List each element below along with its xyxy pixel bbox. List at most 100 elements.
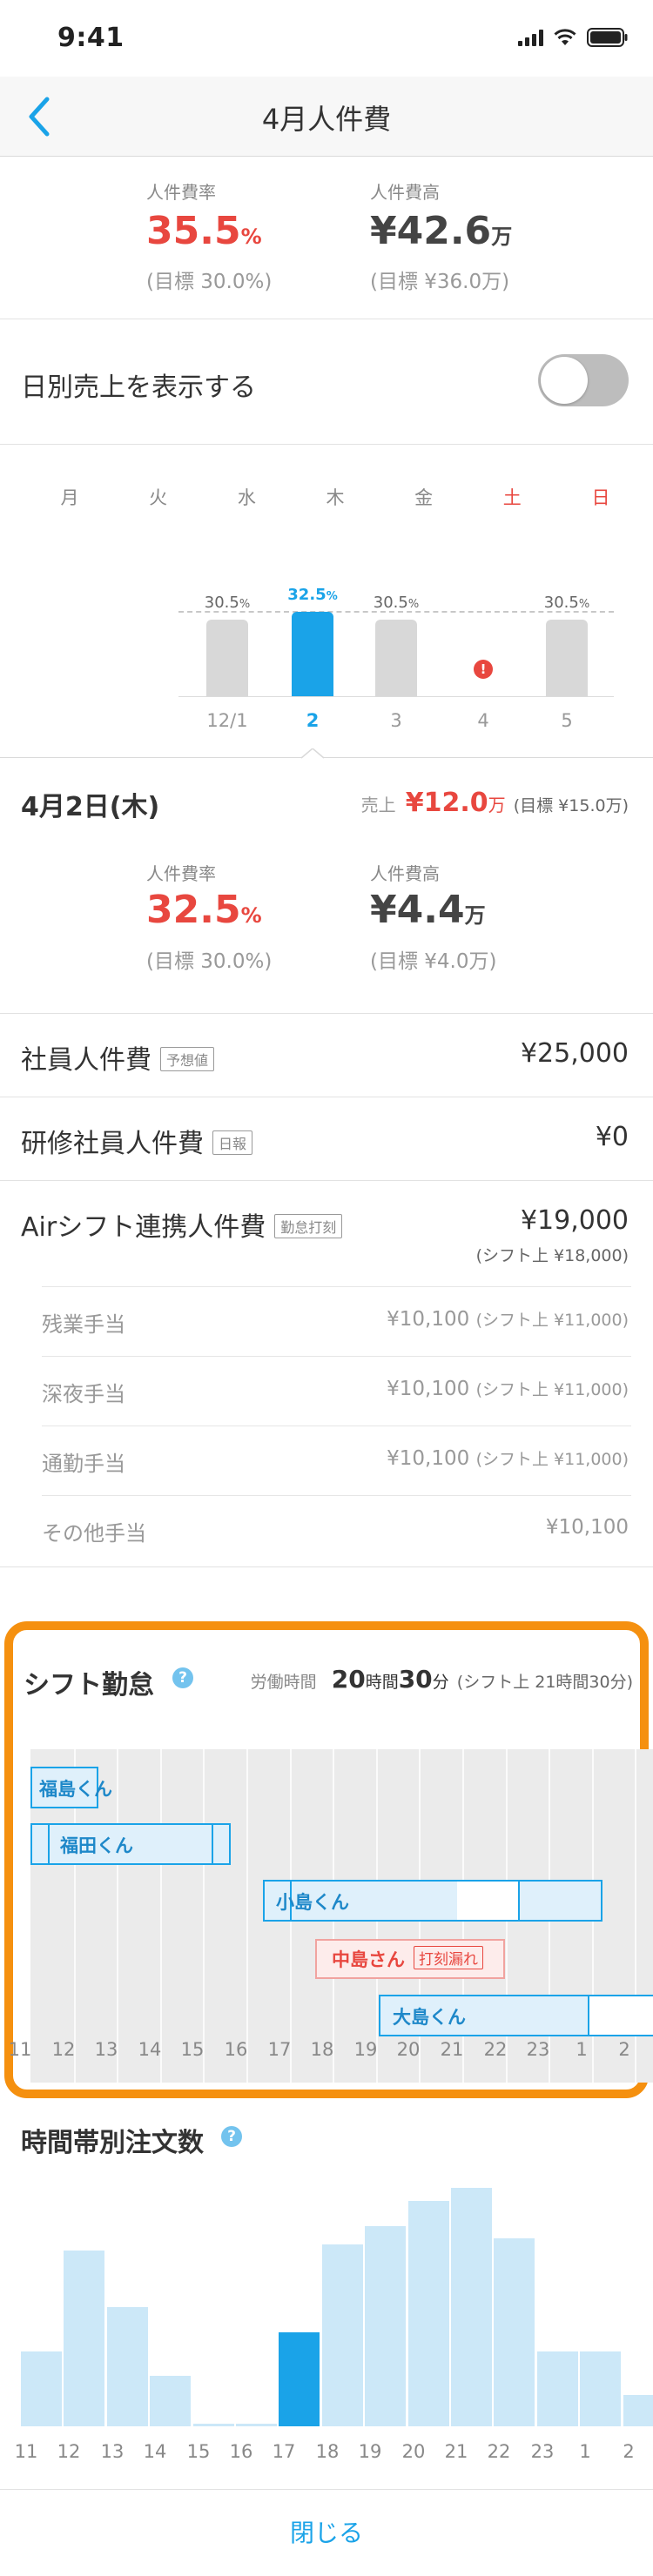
order-bar[interactable] (537, 2351, 578, 2426)
shift-gap (589, 1996, 653, 2035)
shift-hour-axis: 11 12 13 14 15 16 17 18 19 20 21 22 23 1 2 (9, 2039, 649, 2065)
week-bar-value: 30.5% (543, 594, 590, 612)
allowance-overtime-label: 残業手当 (42, 1312, 125, 1337)
hour-tick-label: 11 (8, 2039, 32, 2060)
week-day-label[interactable]: 12/1 (192, 710, 262, 731)
staff-name: 中島さん (332, 1949, 405, 1970)
order-bar[interactable] (580, 2351, 621, 2426)
hour-tick-label: 12 (57, 2441, 81, 2462)
grid-line (117, 1749, 118, 2083)
order-bar[interactable] (64, 2251, 104, 2426)
daily-sales-toggle-label: 日別売上を表示する (21, 372, 256, 403)
weekday-label: 日 (591, 487, 610, 508)
order-bar[interactable] (107, 2307, 148, 2426)
help-icon[interactable]: ? (172, 1667, 193, 1688)
weekday-label: 土 (502, 487, 522, 508)
week-bar-chart: 30.5% 12/1 32.5% 2 30.5% 3! 4 30.5% 5 (0, 540, 653, 757)
cost-row-airshift: Airシフト連携人件費 勤怠打刻 (21, 1205, 343, 1244)
day-cost-label: 人件費高 (370, 863, 440, 884)
day-rate-label: 人件費率 (146, 863, 216, 884)
daily-sales-toggle[interactable] (538, 354, 629, 406)
weekday-label: 水 (237, 487, 256, 508)
staff-name: 小島くん (276, 1892, 349, 1913)
week-day-label[interactable]: 4 (448, 710, 518, 731)
day-cost-target: (目標 ¥4.0万) (370, 950, 497, 973)
staff-name: 福島くん (39, 1779, 112, 1800)
day-sales: 売上 ¥12.0万 (目標 ¥15.0万) (360, 788, 629, 818)
help-icon[interactable]: ? (221, 2126, 242, 2147)
month-cost-target: (目標 ¥36.0万) (370, 271, 510, 293)
hour-tick-label: 13 (94, 2039, 118, 2060)
day-cost-value: ¥4.4万 (370, 888, 486, 932)
order-bar[interactable] (408, 2201, 449, 2426)
month-cost-value: ¥42.6万 (370, 209, 513, 253)
wifi-icon (554, 29, 576, 45)
alert-icon[interactable]: ! (474, 660, 493, 679)
order-bar[interactable] (21, 2351, 62, 2426)
week-day-label[interactable]: 2 (278, 710, 347, 731)
day-date: 4月2日(木) (21, 792, 160, 822)
hour-tick-label: 21 (444, 2441, 468, 2462)
month-rate-value: 35.5% (146, 209, 262, 253)
signal-icon (518, 29, 543, 46)
clock-out-marker (212, 1825, 213, 1863)
week-bar[interactable] (206, 620, 248, 696)
nav-bar: 4月人件費 (0, 77, 653, 157)
hour-tick-label: 15 (186, 2441, 211, 2462)
hour-tick-label: 19 (353, 2039, 378, 2060)
order-bar[interactable] (236, 2424, 277, 2426)
week-bar-value: 32.5% (287, 586, 338, 604)
week-bar[interactable] (546, 620, 588, 696)
weekday-label: 木 (326, 487, 345, 508)
shift-title: シフト勤怠 (24, 1670, 154, 1701)
hour-tick-label: 17 (272, 2441, 296, 2462)
cost-row-airshift-amount: ¥19,000 (520, 1205, 629, 1236)
weekday-label: 金 (414, 487, 434, 508)
cost-row-employee: 社員人件費 予想値 (21, 1038, 215, 1077)
hour-tick-label: 19 (358, 2441, 382, 2462)
hour-tick-label: 14 (143, 2441, 167, 2462)
weekday-label: 火 (149, 487, 168, 508)
shift-attendance-card[interactable]: シフト勤怠 ? 労働時間 20時間30分 (シフト上 21時間30分) 福島くん… (4, 1621, 653, 2098)
clock-in-marker (48, 1825, 50, 1863)
week-day-label[interactable]: 3 (361, 710, 431, 731)
clock-out-marker (518, 1882, 520, 1920)
hour-tick-label: 12 (51, 2039, 76, 2060)
orders-bar-chart (0, 2176, 653, 2437)
order-bar[interactable] (322, 2244, 363, 2426)
cost-row-trainee: 研修社員人件費 日報 (21, 1122, 253, 1160)
month-rate-target: (目標 30.0%) (146, 271, 273, 293)
week-day-label[interactable]: 5 (532, 710, 602, 731)
week-bar-value: 30.5% (373, 594, 420, 612)
hour-tick-label: 16 (229, 2441, 253, 2462)
hour-tick-label: 14 (138, 2039, 162, 2060)
week-bar[interactable] (292, 612, 333, 696)
page-title: 4月人件費 (261, 103, 392, 136)
close-button[interactable]: 閉じる (0, 2489, 653, 2576)
order-bar[interactable] (623, 2395, 653, 2426)
order-bar[interactable] (494, 2238, 535, 2426)
cost-row-trainee-amount: ¥0 (595, 1122, 629, 1152)
day-rate-value: 32.5% (146, 888, 262, 932)
order-bar[interactable] (193, 2424, 234, 2426)
cost-row-employee-amount: ¥25,000 (520, 1038, 629, 1069)
week-bar[interactable] (375, 620, 417, 696)
order-bar[interactable] (365, 2226, 406, 2426)
month-rate-label: 人件費率 (146, 182, 216, 203)
hour-tick-label: 15 (180, 2039, 205, 2060)
month-cost-label: 人件費高 (370, 182, 440, 203)
allowance-night-label: 深夜手当 (42, 1382, 125, 1406)
orders-hour-axis: 11 12 13 14 15 16 17 18 19 20 21 22 23 1 2 (0, 2441, 653, 2467)
hour-tick-label: 20 (401, 2441, 426, 2462)
allowance-commute-label: 通勤手当 (42, 1452, 125, 1476)
weekday-header: 月火水木金土日 (44, 484, 627, 510)
hour-tick-label: 2 (623, 2441, 635, 2462)
order-bar[interactable] (150, 2376, 191, 2426)
allowance-commute-amount: ¥10,100 (シフト上 ¥11,000) (387, 1447, 629, 1470)
order-bar[interactable] (451, 2188, 492, 2426)
order-bar[interactable] (279, 2332, 320, 2426)
hour-tick-label: 16 (224, 2039, 248, 2060)
grid-line (203, 1749, 205, 2083)
shift-gantt: 福島くん 福田くん 小島くん 中島さん 打刻漏れ 大島くん (30, 1749, 653, 2083)
hour-tick-label: 18 (310, 2039, 334, 2060)
